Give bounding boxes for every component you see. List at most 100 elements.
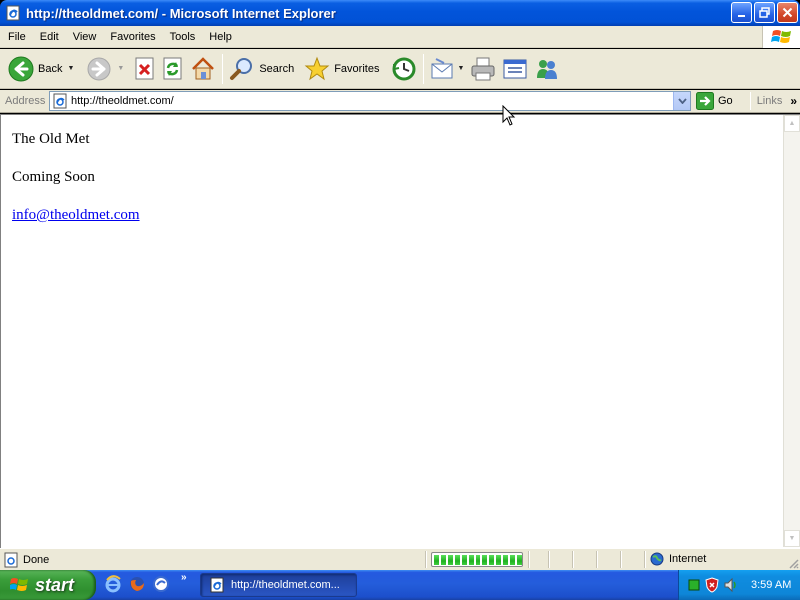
back-dropdown-icon[interactable]: ▼ — [67, 65, 74, 72]
favorites-button[interactable]: Favorites — [301, 52, 382, 86]
address-input[interactable]: http://theoldmet.com/ — [49, 91, 691, 111]
menu-help[interactable]: Help — [202, 27, 239, 47]
forward-icon — [87, 57, 111, 80]
ie-page-icon — [210, 577, 224, 593]
menu-bar: File Edit View Favorites Tools Help — [0, 26, 800, 48]
progress-bar — [431, 552, 523, 567]
mail-icon — [431, 57, 453, 78]
windows-flag-icon — [762, 26, 800, 48]
scroll-up-button[interactable]: ▲ — [784, 115, 800, 132]
taskbar: start » http://theoldmet.com... 3:59 AM — [0, 570, 800, 600]
browser-icon[interactable] — [152, 575, 170, 593]
standard-toolbar: Back ▼ ▼ Search Favorites ▼ — [0, 49, 800, 89]
volume-icon[interactable] — [723, 577, 739, 593]
security-zone: Internet — [650, 552, 706, 566]
progress-block — [434, 554, 439, 565]
mouse-cursor-icon — [502, 105, 516, 126]
links-chevron-icon[interactable]: » — [790, 94, 797, 108]
toolbar-separator — [423, 53, 425, 84]
minimize-button[interactable] — [731, 2, 752, 23]
page-viewport: The Old Met Coming Soon info@theoldmet.c… — [0, 105, 800, 548]
back-button[interactable]: Back ▼ — [5, 52, 77, 86]
restore-icon — [759, 7, 770, 18]
progress-block — [496, 554, 502, 565]
refresh-button[interactable] — [159, 52, 187, 86]
ie-page-icon — [4, 552, 18, 567]
menu-file[interactable]: File — [0, 27, 33, 47]
address-bar: Address http://theoldmet.com/ Go Links » — [0, 90, 800, 113]
progress-block — [475, 554, 481, 565]
quick-launch-chevron-icon[interactable]: » — [181, 572, 187, 583]
taskbar-button-label: http://theoldmet.com... — [231, 579, 340, 591]
status-divider — [572, 551, 574, 568]
progress-block — [503, 554, 509, 565]
print-button[interactable] — [467, 52, 499, 86]
go-button[interactable]: Go — [696, 92, 733, 110]
mail-button[interactable]: ▼ — [427, 52, 467, 86]
minimize-icon — [737, 14, 745, 17]
taskbar-button-ie[interactable]: http://theoldmet.com... — [200, 573, 357, 597]
address-dropdown-button[interactable] — [673, 92, 690, 110]
page-title: The Old Met — [12, 131, 90, 147]
back-label: Back — [38, 62, 63, 75]
scroll-down-button[interactable]: ▼ — [784, 530, 800, 547]
page-subtitle: Coming Soon — [12, 169, 95, 185]
window-title: http://theoldmet.com/ - Microsoft Intern… — [26, 5, 336, 21]
resize-grip-icon[interactable] — [787, 557, 799, 569]
status-divider — [548, 551, 550, 568]
status-text: Done — [23, 553, 50, 566]
system-tray: 3:59 AM — [678, 570, 800, 600]
status-divider — [596, 551, 598, 568]
status-divider — [644, 551, 646, 568]
globe-icon — [650, 552, 664, 566]
forward-dropdown-icon[interactable]: ▼ — [117, 65, 124, 72]
progress-block — [454, 554, 460, 565]
close-button[interactable] — [777, 2, 798, 23]
window-controls — [731, 2, 798, 23]
progress-block — [510, 554, 516, 565]
email-link[interactable]: info@theoldmet.com — [12, 207, 140, 223]
internet-explorer-icon[interactable] — [104, 575, 122, 593]
toolbar-separator — [222, 53, 224, 84]
search-button[interactable]: Search — [226, 52, 297, 86]
network-icon[interactable] — [687, 578, 701, 592]
quick-launch — [104, 575, 170, 593]
edit-button[interactable] — [499, 52, 531, 86]
web-page: The Old Met Coming Soon info@theoldmet.c… — [12, 130, 140, 244]
chevron-down-icon — [677, 98, 687, 104]
progress-block — [468, 554, 474, 565]
menu-favorites[interactable]: Favorites — [103, 27, 162, 47]
title-bar: http://theoldmet.com/ - Microsoft Intern… — [0, 0, 800, 26]
stop-button[interactable] — [131, 52, 159, 86]
forward-button[interactable]: ▼ — [83, 52, 127, 86]
progress-block — [489, 554, 495, 565]
links-label[interactable]: Links — [757, 95, 783, 107]
progress-block — [461, 554, 467, 565]
security-shield-icon[interactable] — [705, 577, 719, 593]
go-label: Go — [718, 95, 733, 107]
tray-icons — [687, 577, 739, 593]
progress-block — [517, 554, 522, 565]
history-icon — [392, 57, 416, 80]
mail-dropdown-icon[interactable]: ▼ — [457, 65, 464, 72]
progress-block — [447, 554, 453, 565]
search-icon — [230, 57, 253, 80]
ie-page-icon — [53, 93, 67, 109]
start-label: start — [35, 574, 75, 595]
firefox-icon[interactable] — [128, 575, 146, 593]
restore-button[interactable] — [754, 2, 775, 23]
ie-page-icon — [6, 5, 20, 21]
refresh-icon — [163, 57, 182, 79]
home-button[interactable] — [187, 52, 219, 86]
menu-edit[interactable]: Edit — [33, 27, 66, 47]
go-arrow-icon — [696, 92, 714, 110]
menu-view[interactable]: View — [66, 27, 104, 47]
start-button[interactable]: start — [0, 570, 96, 600]
zone-label: Internet — [669, 553, 707, 565]
history-button[interactable] — [388, 52, 420, 86]
home-icon — [192, 56, 215, 79]
vertical-scrollbar[interactable]: ▲ ▼ — [783, 115, 800, 547]
menu-tools[interactable]: Tools — [163, 27, 203, 47]
status-divider — [620, 551, 622, 568]
messenger-button[interactable] — [531, 52, 563, 86]
